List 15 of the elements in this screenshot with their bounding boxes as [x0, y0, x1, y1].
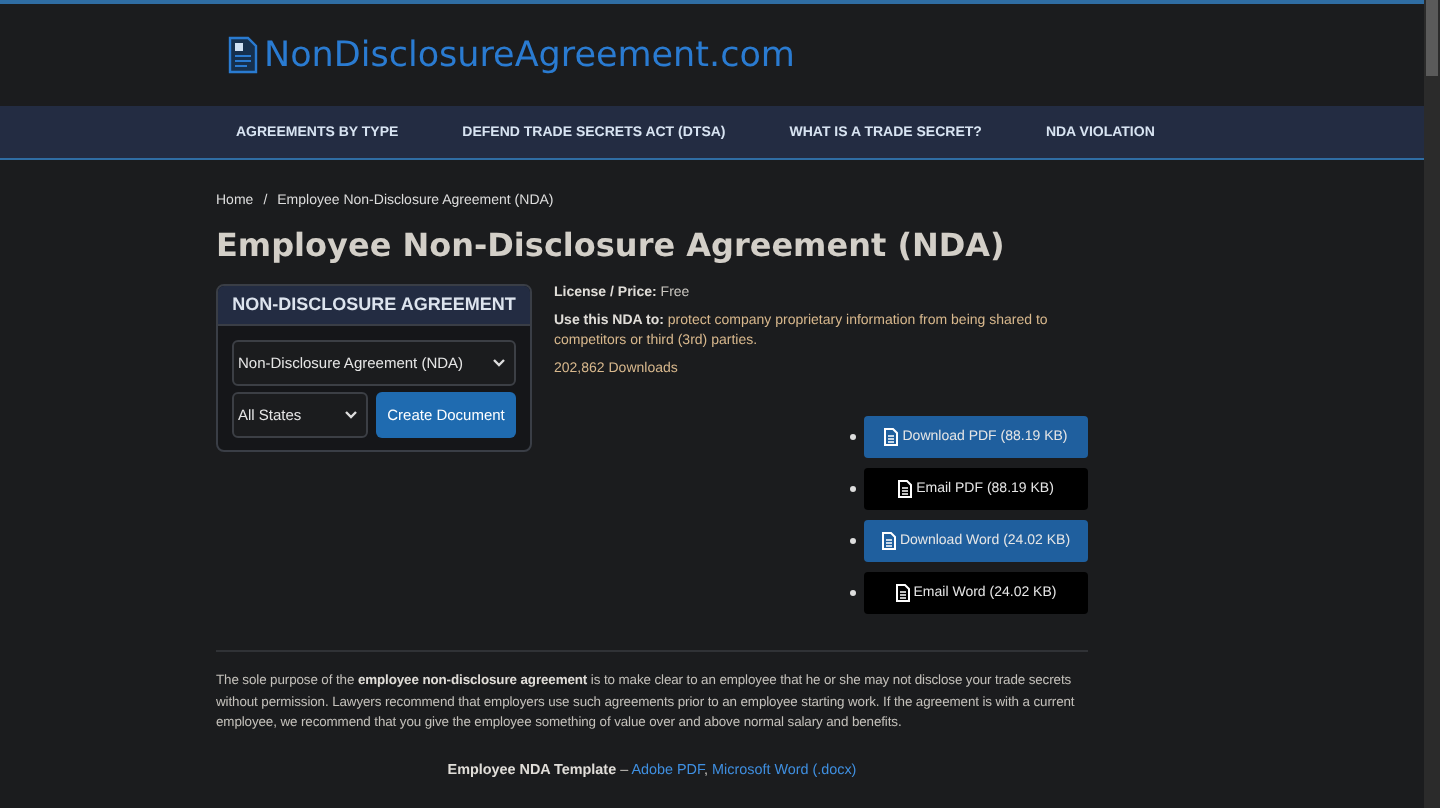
caret-icon — [344, 410, 358, 420]
bullet-icon — [850, 590, 856, 596]
file-icon — [881, 532, 896, 550]
file-icon — [895, 584, 910, 602]
document-icon — [228, 36, 258, 74]
file-icon — [884, 428, 899, 446]
bullet-icon — [850, 538, 856, 544]
caret-icon — [492, 358, 506, 368]
scrollbar[interactable] — [1426, 0, 1438, 76]
file-icon — [898, 480, 913, 498]
bullet-icon — [850, 486, 856, 492]
page-title: Employee Non-Disclosure Agreement (NDA) — [216, 226, 1007, 264]
card-heading: NON-DISCLOSURE AGREEMENT — [218, 286, 530, 326]
site-logo[interactable]: NonDisclosureAgreement.com — [264, 35, 795, 75]
bullet-icon — [850, 434, 856, 440]
